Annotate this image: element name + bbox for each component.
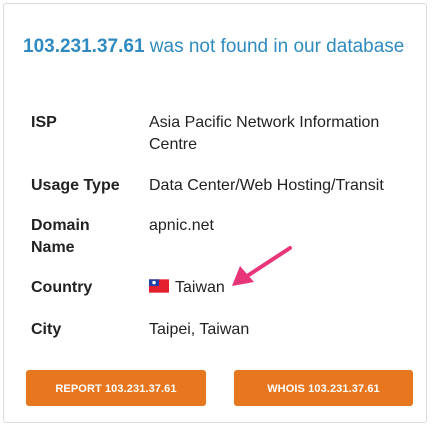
pink-arrow-icon bbox=[232, 246, 292, 286]
usage-type-value: Data Center/Web Hosting/Transit bbox=[149, 177, 384, 194]
ip-address[interactable]: 103.231.37.61 bbox=[23, 36, 145, 57]
taiwan-flag-icon bbox=[149, 279, 169, 293]
whois-ip-button[interactable]: WHOIS 103.231.37.61 bbox=[234, 370, 413, 406]
result-headline: 103.231.37.61 was not found in our datab… bbox=[23, 36, 413, 58]
city-label: City bbox=[31, 321, 62, 338]
isp-label: ISP bbox=[31, 114, 57, 131]
not-found-message: was not found in our database bbox=[144, 36, 405, 57]
isp-value: Asia Pacific Network Information Centre bbox=[149, 114, 380, 153]
usage-type-label: Usage Type bbox=[31, 177, 120, 194]
city-value: Taipei, Taiwan bbox=[149, 321, 250, 338]
country-label: Country bbox=[31, 279, 93, 296]
ip-lookup-card: 103.231.37.61 was not found in our datab… bbox=[3, 3, 427, 423]
domain-name-value: apnic.net bbox=[149, 217, 214, 234]
report-ip-button[interactable]: REPORT 103.231.37.61 bbox=[26, 370, 206, 406]
country-name: Taiwan bbox=[175, 279, 225, 296]
domain-name-label: Domain Name bbox=[31, 217, 90, 256]
